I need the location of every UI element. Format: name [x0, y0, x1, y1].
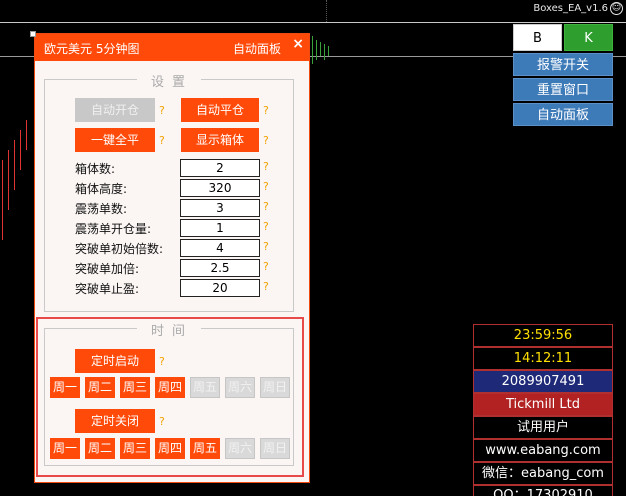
panel-header[interactable]: 欧元美元 5分钟图 自动面板 × — [35, 34, 309, 61]
price-line-upper — [0, 22, 626, 23]
field-label: 突破单初始倍数: — [75, 242, 164, 256]
field-label: 突破单加倍: — [75, 262, 140, 276]
panel-right-title: 自动面板 — [232, 42, 281, 56]
help-icon[interactable]: ? — [263, 200, 269, 213]
close-all-button[interactable]: 一键全平 — [75, 128, 155, 152]
buy-button[interactable]: B — [513, 24, 562, 51]
help-icon[interactable]: ? — [263, 280, 269, 293]
field-label: 箱体高度: — [75, 182, 128, 196]
help-icon[interactable]: ? — [263, 220, 269, 233]
candle-tick-red — [20, 130, 21, 170]
settings-legend: 设置 — [136, 71, 202, 90]
auto-close-button[interactable]: 自动平仓 — [181, 98, 259, 122]
range-order-count-input[interactable]: 3 — [180, 199, 260, 217]
help-icon[interactable]: ? — [159, 104, 165, 117]
candle-tick-red — [14, 140, 15, 190]
candle-tick-red — [2, 160, 3, 240]
k-button[interactable]: K — [564, 24, 613, 51]
server-time: 23:59:56 — [473, 324, 613, 347]
broker-name: Tickmill Ltd — [473, 393, 613, 416]
candle-tick — [328, 46, 329, 56]
help-icon[interactable]: ? — [159, 134, 165, 147]
wechat-id: 微信：eabang_com — [473, 462, 613, 485]
website-link[interactable]: www.eabang.com — [473, 439, 613, 462]
candle-tick-red — [8, 150, 9, 210]
breakout-doubling-input[interactable]: 2.5 — [180, 259, 260, 277]
field-label: 震荡单数: — [75, 202, 128, 216]
time-group-highlight — [36, 317, 304, 477]
settings-group: 设置 自动开仓 ? 自动平仓 ? 一键全平 ? 显示箱体 ? 箱体数: 2 ? … — [44, 71, 294, 312]
help-icon[interactable]: ? — [263, 260, 269, 273]
auto-open-button[interactable]: 自动开仓 — [75, 98, 155, 122]
show-box-button[interactable]: 显示箱体 — [181, 128, 259, 152]
alarm-toggle-button[interactable]: 报警开关 — [513, 53, 613, 76]
qq-id: QQ：17302910 — [473, 485, 613, 496]
help-icon[interactable]: ? — [263, 134, 269, 147]
user-type: 试用用户 — [473, 416, 613, 439]
help-icon[interactable]: ? — [263, 240, 269, 253]
panel-title: 欧元美元 5分钟图 — [44, 42, 140, 56]
candle-tick — [312, 36, 313, 64]
field-label: 震荡单开仓量: — [75, 222, 152, 236]
candle-tick — [316, 40, 317, 60]
smiley-icon: ☺ — [610, 2, 623, 15]
breakout-takeprofit-input[interactable]: 20 — [180, 279, 260, 297]
auto-panel-button[interactable]: 自动面板 — [513, 103, 613, 126]
field-label: 箱体数: — [75, 162, 116, 176]
panel-minimize-icon[interactable] — [30, 31, 36, 37]
period-separator — [326, 0, 327, 22]
help-icon[interactable]: ? — [263, 180, 269, 193]
candle-tick — [324, 44, 325, 60]
close-icon[interactable]: × — [292, 36, 304, 52]
candle-tick-red — [26, 120, 27, 150]
help-icon[interactable]: ? — [263, 104, 269, 117]
reset-window-button[interactable]: 重置窗口 — [513, 78, 613, 101]
box-height-input[interactable]: 320 — [180, 179, 260, 197]
box-count-input[interactable]: 2 — [180, 159, 260, 177]
account-number: 2089907491 — [473, 370, 613, 393]
help-icon[interactable]: ? — [263, 160, 269, 173]
range-lot-input[interactable]: 1 — [180, 219, 260, 237]
breakout-multiplier-input[interactable]: 4 — [180, 239, 260, 257]
field-label: 突破单止盈: — [75, 282, 140, 296]
local-time: 14:12:11 — [473, 347, 613, 370]
ea-version-label: Boxes_EA_v1.6 — [533, 3, 608, 14]
candle-tick — [320, 42, 321, 56]
